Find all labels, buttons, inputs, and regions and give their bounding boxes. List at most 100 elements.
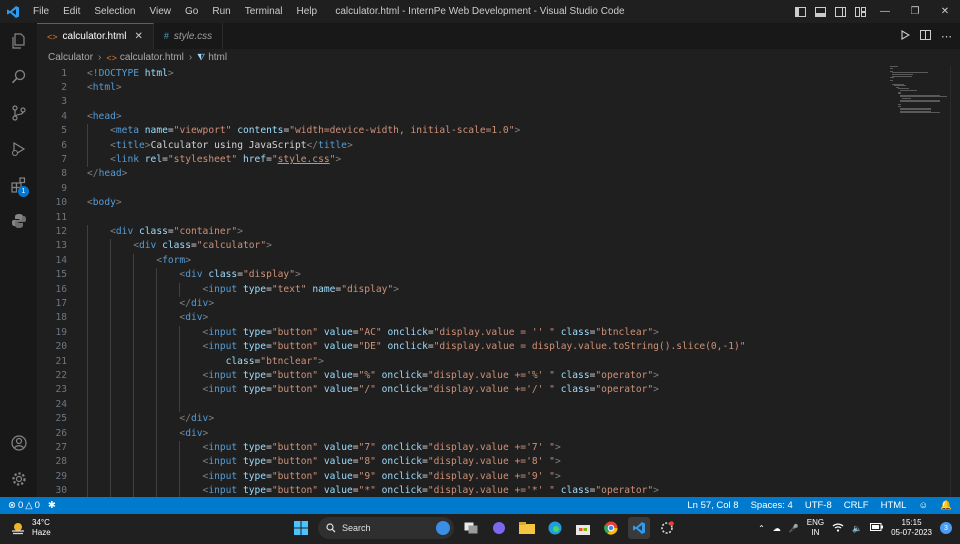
menu-help[interactable]: Help (290, 0, 325, 23)
notification-count-badge[interactable]: 3 (940, 522, 952, 534)
code-line[interactable]: 5 <meta name="viewport" contents="width=… (37, 124, 887, 138)
minimap[interactable] (890, 66, 950, 126)
code-line[interactable]: 13 <div class="calculator"> (37, 239, 887, 253)
show-hidden-icons-chevron-icon[interactable]: ⌃ (758, 524, 765, 533)
end-of-line[interactable]: CRLF (844, 500, 869, 511)
code-line[interactable]: 22 <input type="button" value="%" onclic… (37, 369, 887, 383)
battery-icon[interactable] (870, 523, 884, 533)
code-line[interactable]: 25 </div> (37, 412, 887, 426)
toggle-secondary-sidebar-icon[interactable] (830, 0, 850, 23)
warning-icon: △ (25, 500, 33, 511)
code-line[interactable]: 2 <html> (37, 81, 887, 95)
code-editor[interactable]: 1 <!DOCTYPE html> 2 <html> 3 4 <head> 5 <meta n… (37, 66, 960, 497)
vscode-taskbar-icon[interactable] (628, 517, 650, 539)
close-window-icon[interactable]: ✕ (930, 0, 960, 23)
customize-layout-icon[interactable] (850, 0, 870, 23)
clock[interactable]: 15:15 05-07-2023 (891, 518, 932, 538)
search-icon[interactable] (0, 59, 37, 95)
menu-terminal[interactable]: Terminal (238, 0, 290, 23)
menu-edit[interactable]: Edit (56, 0, 87, 23)
line-number: 18 (55, 312, 67, 324)
microsoft-store-icon[interactable] (572, 517, 594, 539)
explorer-icon[interactable] (0, 23, 37, 59)
restore-icon[interactable]: ❐ (900, 0, 930, 23)
tab-calculator-html[interactable]: <> calculator.html ✕ (37, 23, 154, 49)
code-line[interactable]: 20 <input type="button" value="DE" oncli… (37, 340, 887, 354)
volume-icon[interactable]: 🔈 (852, 524, 862, 533)
vertical-scrollbar[interactable] (950, 66, 960, 497)
wifi-icon[interactable] (832, 522, 844, 534)
code-line[interactable]: 4 <head> (37, 110, 887, 124)
code-line[interactable]: 28 <input type="button" value="8" onclic… (37, 455, 887, 469)
menu-selection[interactable]: Selection (87, 0, 142, 23)
task-view-icon[interactable] (460, 517, 482, 539)
account-icon[interactable] (0, 425, 37, 461)
split-editor-icon[interactable] (920, 29, 931, 43)
weather-widget[interactable]: 34°C Haze (10, 518, 51, 538)
code-line[interactable]: 19 <input type="button" value="AC" oncli… (37, 326, 887, 340)
breadcrumb-folder[interactable]: Calculator (48, 52, 93, 63)
menu-view[interactable]: View (143, 0, 179, 23)
indentation[interactable]: Spaces: 4 (751, 500, 793, 511)
file-explorer-icon[interactable] (516, 517, 538, 539)
symbol-icon: ⧨ (197, 52, 206, 62)
problems-indicator[interactable]: ⊗ 0 △ 0 (8, 500, 40, 511)
code-line[interactable]: 23 <input type="button" value="/" onclic… (37, 383, 887, 397)
code-line[interactable]: 7 <link rel="stylesheet" href="style.css… (37, 153, 887, 167)
code-line[interactable]: 18 <div> (37, 311, 887, 325)
microphone-icon[interactable]: 🎤 (789, 524, 799, 533)
code-line[interactable]: 16 <input type="text" name="display"> (37, 283, 887, 297)
taskbar-search[interactable]: Search (318, 517, 454, 539)
code-line[interactable]: 1 <!DOCTYPE html> (37, 67, 887, 81)
onedrive-cloud-icon[interactable]: ☁ (773, 524, 781, 533)
toggle-panel-icon[interactable] (810, 0, 830, 23)
menu-file[interactable]: File (26, 0, 56, 23)
start-windows-icon[interactable] (290, 517, 312, 539)
menu-go[interactable]: Go (178, 0, 205, 23)
chat-icon[interactable] (488, 517, 510, 539)
minimap-line (892, 75, 912, 77)
code-line[interactable]: 26 <div> (37, 427, 887, 441)
code-line[interactable]: 6 <title>Calculator using JavaScript</ti… (37, 139, 887, 153)
cursor-position[interactable]: Ln 57, Col 8 (687, 500, 738, 511)
tab-style-css[interactable]: # style.css (154, 23, 224, 49)
code-line[interactable]: 10 <body> (37, 196, 887, 210)
breadcrumb-symbol[interactable]: html (208, 52, 227, 63)
close-tab-icon[interactable]: ✕ (134, 31, 142, 42)
source-control-icon[interactable] (0, 95, 37, 131)
breadcrumb-file[interactable]: calculator.html (120, 52, 184, 63)
feedback-icon[interactable]: ☺ (918, 500, 928, 511)
broadcast-icon[interactable]: ✱ (48, 500, 56, 511)
manage-gear-icon[interactable] (0, 461, 37, 497)
chrome-icon[interactable] (600, 517, 622, 539)
input-language[interactable]: ENG IN (807, 518, 824, 538)
toggle-primary-sidebar-icon[interactable] (790, 0, 810, 23)
search-icon (326, 523, 336, 533)
language-mode[interactable]: HTML (881, 500, 907, 511)
menu-run[interactable]: Run (205, 0, 237, 23)
code-line[interactable]: 21 class="btnclear"> (37, 355, 887, 369)
code-line[interactable]: 14 <form> (37, 254, 887, 268)
code-line[interactable]: 24 (37, 398, 887, 412)
more-actions-icon[interactable]: ⋯ (941, 30, 952, 43)
app-settings-icon[interactable] (656, 517, 678, 539)
code-line[interactable]: 9 (37, 182, 887, 196)
extensions-icon[interactable]: 1 (0, 167, 37, 203)
code-line[interactable]: 15 <div class="display"> (37, 268, 887, 282)
code-line[interactable]: 8 </head> (37, 167, 887, 181)
code-line[interactable]: 12 <div class="container"> (37, 225, 887, 239)
minimap-line (890, 67, 893, 69)
python-icon[interactable] (0, 203, 37, 239)
code-line[interactable]: 27 <input type="button" value="7" onclic… (37, 441, 887, 455)
encoding[interactable]: UTF-8 (805, 500, 832, 511)
run-debug-icon[interactable] (0, 131, 37, 167)
notifications-bell-icon[interactable]: 🔔 (940, 500, 952, 511)
edge-browser-icon[interactable] (544, 517, 566, 539)
code-line[interactable]: 17 </div> (37, 297, 887, 311)
minimize-icon[interactable]: — (870, 0, 900, 23)
code-line[interactable]: 11 (37, 211, 887, 225)
code-line[interactable]: 29 <input type="button" value="9" onclic… (37, 470, 887, 484)
run-play-icon[interactable] (900, 29, 911, 43)
code-line[interactable]: 30 <input type="button" value="*" onclic… (37, 484, 887, 497)
code-line[interactable]: 3 (37, 95, 887, 109)
